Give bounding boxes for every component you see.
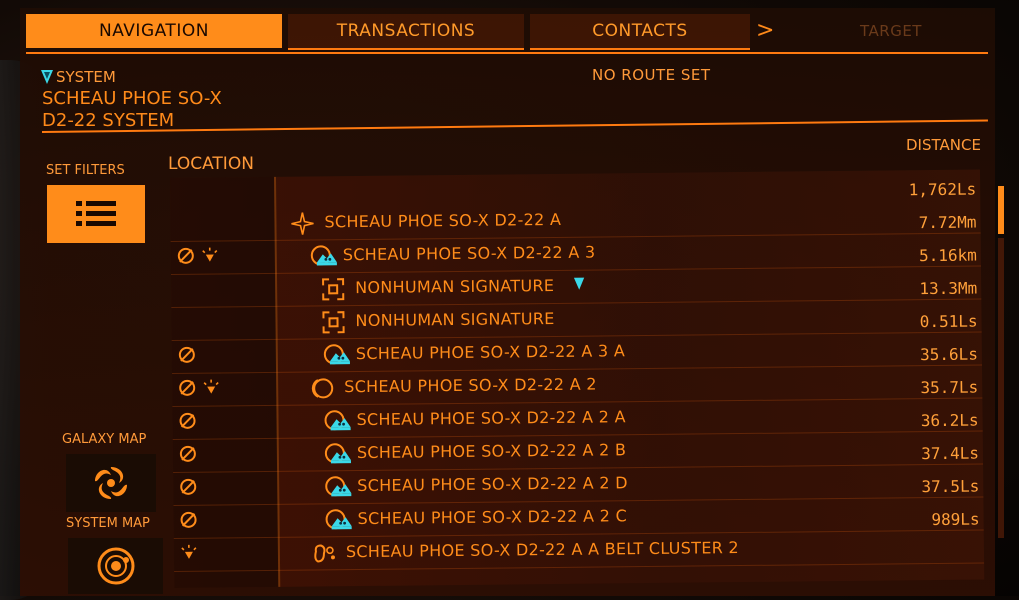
tab-next-arrow[interactable]: > xyxy=(756,18,774,43)
distance-value: 1,762Ls xyxy=(908,179,977,200)
distance-value: 0.51Ls xyxy=(919,311,978,332)
location-list: SCHEAU PHOE SO-X D2-22 A 1,762Ls SCHEAU PH… xyxy=(170,169,985,588)
distance-value: 36.2Ls xyxy=(920,410,979,431)
location-name: NONHUMAN SIGNATURE xyxy=(355,308,555,331)
landable-planet-icon xyxy=(323,475,353,503)
route-status: NO ROUTE SET xyxy=(592,66,711,84)
tab-target[interactable]: TARGET xyxy=(796,14,986,48)
navigation-panel: NAVIGATION TRANSACTIONS CONTACTS > TARGE… xyxy=(20,8,1004,596)
status-icons xyxy=(179,478,197,500)
map-marker-icon xyxy=(573,276,585,296)
status-icons xyxy=(178,378,220,400)
tab-transactions[interactable]: TRANSACTIONS xyxy=(288,14,524,50)
landable-planet-icon xyxy=(323,442,353,470)
column-header-distance: DISTANCE xyxy=(906,136,981,154)
no-scan-icon xyxy=(179,478,197,500)
system-map-label: SYSTEM MAP xyxy=(66,516,150,531)
location-name: SCHEAU PHOE SO-X D2-22 A 2 A xyxy=(356,407,626,430)
location-name: NONHUMAN SIGNATURE xyxy=(355,275,555,298)
tab-navigation[interactable]: NAVIGATION xyxy=(26,14,282,48)
distance-value: 13.3Mm xyxy=(919,278,978,299)
signal-icon xyxy=(321,277,345,305)
status-icons xyxy=(177,246,219,268)
scrollbar-track[interactable] xyxy=(998,238,1004,538)
tab-underline xyxy=(26,52,988,54)
distance-value: 989Ls xyxy=(931,509,980,530)
list-icon xyxy=(76,201,116,226)
status-icons xyxy=(178,346,196,368)
location-name: SCHEAU PHOE SO-X D2-22 A 3 A xyxy=(355,341,626,364)
tab-contacts[interactable]: CONTACTS xyxy=(530,14,750,50)
set-filters-label: SET FILTERS xyxy=(46,163,125,178)
no-scan-icon xyxy=(179,445,197,467)
status-icons xyxy=(178,412,196,434)
distance-value: 37.5Ls xyxy=(921,476,980,497)
system-label-text: SYSTEM xyxy=(56,68,116,86)
location-name: SCHEAU PHOE SO-X D2-22 A 2 xyxy=(344,374,597,397)
system-name: SCHEAU PHOE SO-X D2-22 SYSTEM xyxy=(42,88,222,131)
landable-planet-icon xyxy=(322,343,352,371)
column-header-location: LOCATION xyxy=(168,154,254,174)
no-scan-icon xyxy=(178,379,196,401)
distance-value: 35.7Ls xyxy=(920,377,979,398)
status-icons xyxy=(179,445,197,467)
discovered-icon xyxy=(180,544,198,566)
galaxy-map-label: GALAXY MAP xyxy=(62,432,147,447)
no-scan-icon xyxy=(178,346,196,368)
location-name: SCHEAU PHOE SO-X D2-22 A 2 B xyxy=(356,440,627,463)
location-name: SCHEAU PHOE SO-X D2-22 A 2 D xyxy=(357,473,628,496)
discovered-icon xyxy=(201,246,219,268)
no-scan-icon xyxy=(177,247,195,269)
location-name: SCHEAU PHOE SO-X D2-22 A 2 C xyxy=(357,506,628,529)
galaxy-map-button[interactable] xyxy=(66,454,156,512)
galaxy-icon xyxy=(95,467,127,499)
landable-planet-icon xyxy=(323,508,353,536)
location-name: SCHEAU PHOE SO-X D2-22 A A BELT CLUSTER … xyxy=(345,538,740,562)
map-marker-icon xyxy=(41,70,53,84)
distance-value: 7.72Mm xyxy=(918,212,977,233)
distance-value: 35.6Ls xyxy=(919,344,978,365)
distance-value: 5.16km xyxy=(918,245,977,266)
distance-value: 37.4Ls xyxy=(921,443,980,464)
set-filters-button[interactable] xyxy=(47,185,145,243)
system-map-button[interactable] xyxy=(68,538,163,594)
ring-planet-icon xyxy=(310,376,336,404)
star-icon xyxy=(290,211,314,239)
location-name: SCHEAU PHOE SO-X D2-22 A 3 xyxy=(342,242,596,265)
status-icons xyxy=(180,544,198,566)
landable-planet-icon xyxy=(322,409,352,437)
orbit-icon xyxy=(97,547,134,585)
scrollbar-thumb[interactable] xyxy=(998,186,1004,234)
list-item[interactable]: SCHEAU PHOE SO-X D2-22 A A BELT CLUSTER … xyxy=(173,510,985,572)
asteroid-belt-icon xyxy=(312,541,338,569)
status-icons xyxy=(179,511,197,533)
landable-planet-icon xyxy=(309,244,339,272)
signal-icon xyxy=(321,310,345,338)
location-name: SCHEAU PHOE SO-X D2-22 A xyxy=(324,209,562,232)
system-label: SYSTEM xyxy=(40,68,116,86)
no-scan-icon xyxy=(179,511,197,533)
discovered-icon xyxy=(202,378,220,400)
tab-bar: NAVIGATION TRANSACTIONS CONTACTS > TARGE… xyxy=(26,14,988,52)
no-scan-icon xyxy=(178,412,196,434)
